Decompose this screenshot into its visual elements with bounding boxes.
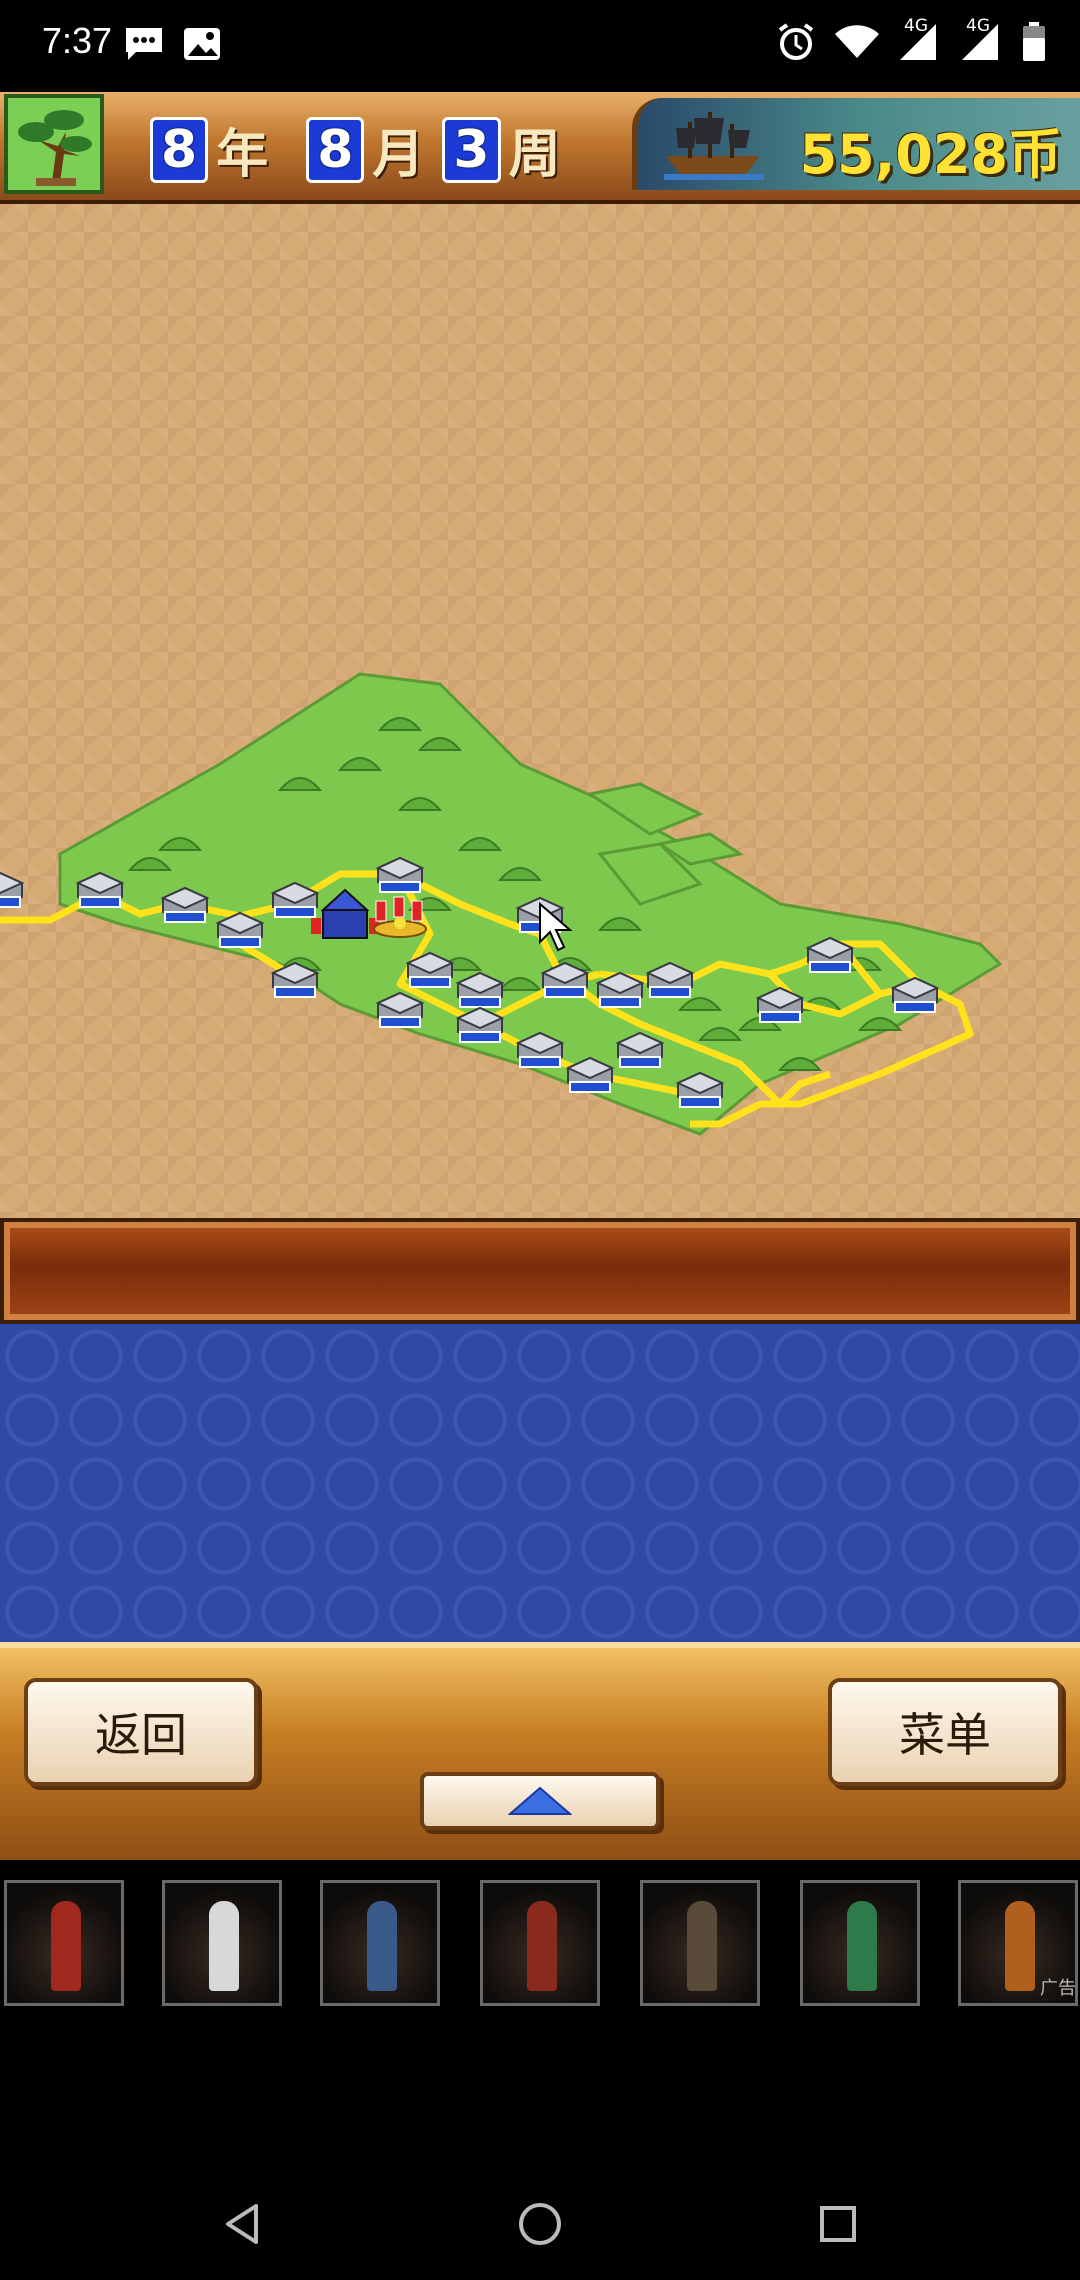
- control-bar: 返回 菜单: [0, 1642, 1080, 1860]
- player-party-icon[interactable]: [373, 896, 427, 938]
- ad-hero-5[interactable]: [640, 1880, 760, 2006]
- coin-panel: 55,028币: [632, 98, 1080, 190]
- menu-button[interactable]: 菜单: [828, 1678, 1062, 1786]
- ad-hero-1[interactable]: [4, 1880, 124, 2006]
- expand-button[interactable]: [420, 1772, 660, 1830]
- back-button[interactable]: 返回: [24, 1678, 258, 1786]
- signal-icon-2: 4G: [960, 16, 1004, 62]
- network-type-2: 4G: [966, 16, 990, 36]
- ad-label: 广告: [1040, 1978, 1076, 1999]
- ad-hero-2[interactable]: [162, 1880, 282, 2006]
- ship-icon: [664, 112, 764, 180]
- back-nav-icon[interactable]: [214, 2196, 270, 2252]
- battery-icon: [1022, 22, 1046, 62]
- bonsai-tree-icon[interactable]: [4, 94, 104, 194]
- town-icon-1[interactable]: [0, 872, 23, 908]
- info-panel: [0, 1324, 1080, 1642]
- coin-balance: 55,028币: [799, 123, 1062, 186]
- game-header: 8 年 8 月 3 周 55,028币: [0, 92, 1080, 204]
- game-date: 8 年 8 月 3 周: [150, 112, 591, 187]
- month-unit: 月: [372, 125, 425, 185]
- year-unit: 年: [216, 125, 269, 185]
- ad-hero-4[interactable]: [480, 1880, 600, 2006]
- week-unit: 周: [508, 125, 561, 185]
- year-number: 8: [150, 116, 209, 183]
- up-arrow-icon: [508, 1786, 572, 1815]
- map-canvas[interactable]: [0, 204, 1080, 1218]
- recents-nav-icon[interactable]: [810, 2196, 866, 2252]
- week-number: 3: [442, 116, 501, 183]
- network-type-1: 4G: [904, 16, 928, 36]
- home-nav-icon[interactable]: [512, 2196, 568, 2252]
- message-box: [0, 1218, 1080, 1324]
- ad-hero-3[interactable]: [320, 1880, 440, 2006]
- alarm-icon: [776, 22, 816, 62]
- clock: 7:37: [42, 20, 113, 61]
- status-bar: 7:37 4G 4G: [0, 0, 1080, 92]
- game-map[interactable]: [0, 204, 1080, 1218]
- signal-icon-1: 4G: [898, 16, 942, 62]
- wifi-icon: [834, 24, 880, 60]
- navigation-bar: [0, 2168, 1080, 2280]
- ad-hero-6[interactable]: [800, 1880, 920, 2006]
- image-icon: [182, 26, 222, 62]
- month-number: 8: [306, 116, 365, 183]
- ad-banner[interactable]: 广告: [0, 1860, 1080, 2010]
- message-icon: [124, 26, 164, 62]
